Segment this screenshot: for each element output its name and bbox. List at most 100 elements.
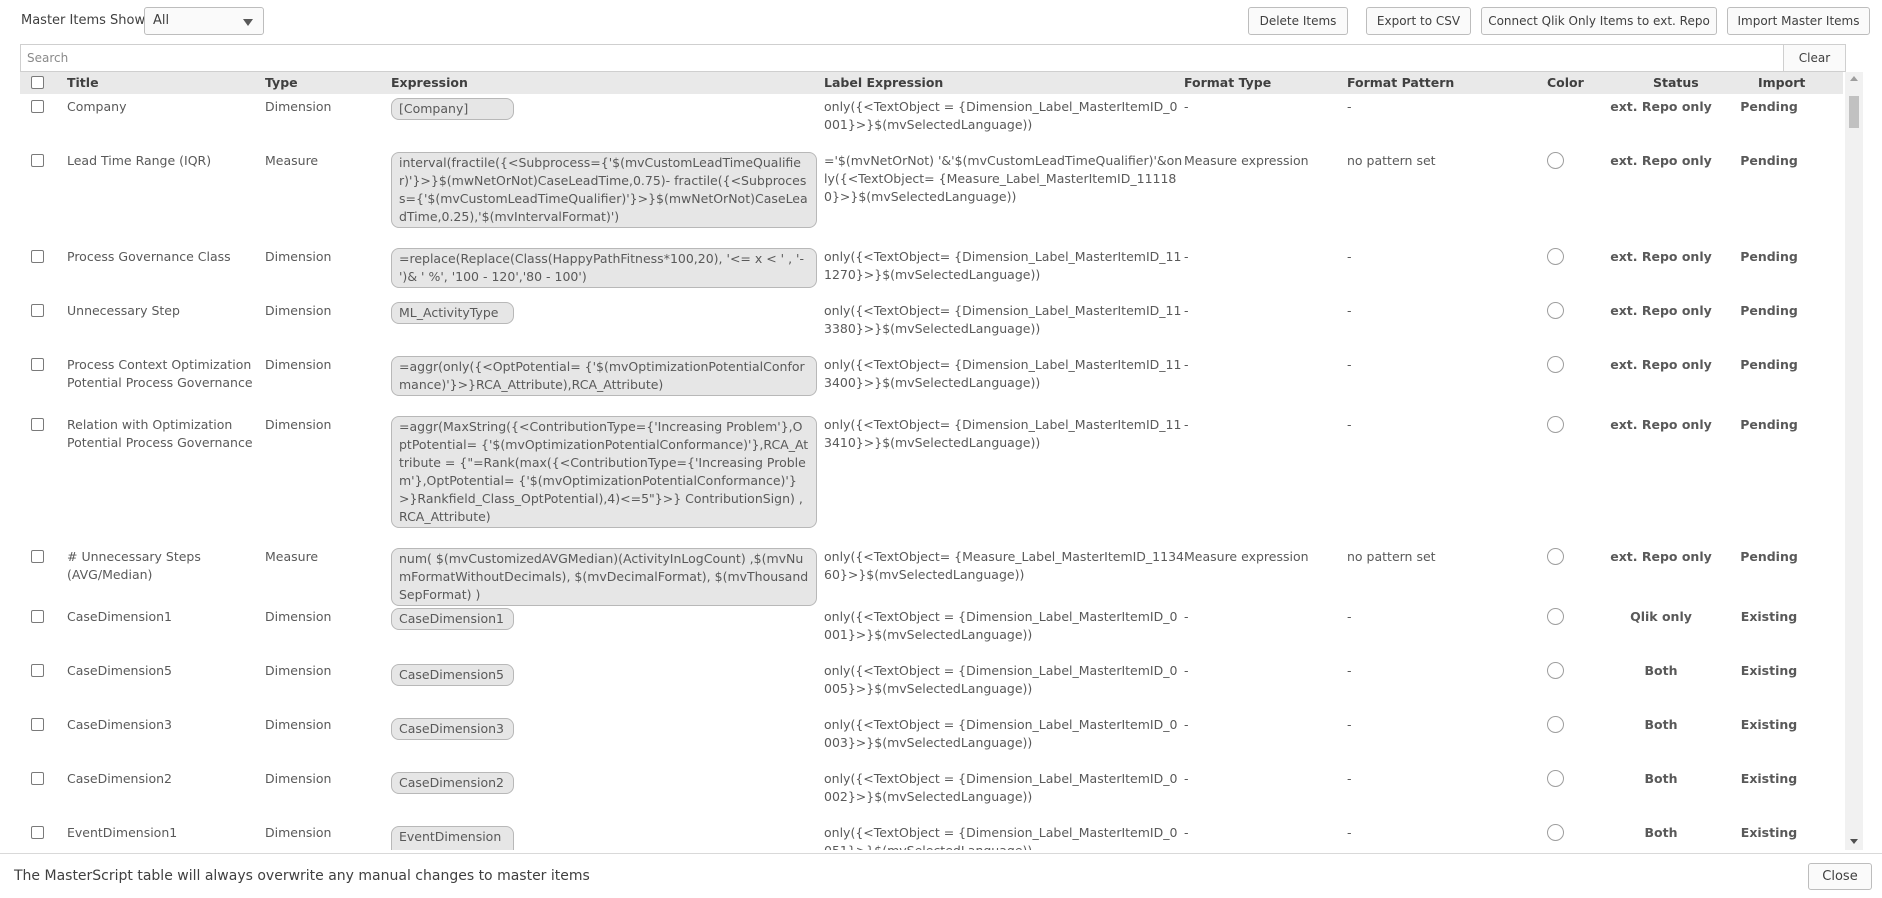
row-expression[interactable]: EventDimension1 bbox=[391, 826, 514, 850]
row-format-type: Measure expression bbox=[1184, 549, 1309, 564]
row-format-pattern: - bbox=[1347, 717, 1352, 732]
row-title: Unnecessary Step bbox=[67, 303, 180, 318]
row-import: Existing bbox=[1740, 771, 1798, 786]
footer-note: The MasterScript table will always overw… bbox=[14, 868, 590, 884]
row-checkbox[interactable] bbox=[31, 250, 44, 263]
color-swatch[interactable] bbox=[1547, 824, 1564, 841]
master-items-table: Title Type Expression Label Expression F… bbox=[20, 72, 1863, 850]
row-status: Both bbox=[1644, 771, 1678, 786]
row-expression[interactable]: CaseDimension1 bbox=[391, 608, 514, 630]
row-format-type: - bbox=[1184, 609, 1189, 624]
row-format-pattern: no pattern set bbox=[1347, 549, 1436, 564]
color-swatch[interactable] bbox=[1547, 770, 1564, 787]
row-checkbox[interactable] bbox=[31, 664, 44, 677]
toolbar: Master Items Show All Delete Items Expor… bbox=[0, 0, 1882, 42]
row-import: Pending bbox=[1740, 99, 1798, 114]
row-label-expression: only({<TextObject= {Dimension_Label_Mast… bbox=[824, 249, 1182, 282]
row-checkbox[interactable] bbox=[31, 304, 44, 317]
color-swatch[interactable] bbox=[1547, 416, 1564, 433]
col-format-pattern[interactable]: Format Pattern bbox=[1347, 75, 1454, 90]
col-color[interactable]: Color bbox=[1547, 75, 1584, 90]
row-status: ext. Repo only bbox=[1610, 153, 1712, 168]
col-type[interactable]: Type bbox=[265, 75, 298, 90]
clear-button[interactable]: Clear bbox=[1783, 45, 1845, 71]
connect-qlik-button[interactable]: Connect Qlik Only Items to ext. Repo bbox=[1481, 7, 1717, 35]
row-expression[interactable]: =aggr(MaxString({<ContributionType={'Inc… bbox=[391, 416, 817, 528]
row-checkbox[interactable] bbox=[31, 100, 44, 113]
color-swatch[interactable] bbox=[1547, 302, 1564, 319]
row-status: ext. Repo only bbox=[1610, 357, 1712, 372]
row-expression[interactable]: num( $(mvCustomizedAVGMedian)(ActivityIn… bbox=[391, 548, 817, 606]
col-format-type[interactable]: Format Type bbox=[1184, 75, 1271, 90]
row-label-expression: only({<TextObject = {Dimension_Label_Mas… bbox=[824, 609, 1178, 642]
row-type: Measure bbox=[265, 549, 319, 564]
row-title: EventDimension1 bbox=[67, 825, 178, 840]
col-expression[interactable]: Expression bbox=[391, 75, 468, 90]
close-button[interactable]: Close bbox=[1808, 863, 1872, 890]
row-expression[interactable]: interval(fractile({<Subprocess={'$(mvCus… bbox=[391, 152, 817, 228]
row-expression[interactable]: =replace(Replace(Class(HappyPathFitness*… bbox=[391, 248, 817, 288]
col-label-expression[interactable]: Label Expression bbox=[824, 75, 943, 90]
row-status: Qlik only bbox=[1630, 609, 1692, 624]
row-label-expression: only({<TextObject= {Dimension_Label_Mast… bbox=[824, 357, 1182, 390]
row-import: Pending bbox=[1740, 153, 1798, 168]
col-status[interactable]: Status bbox=[1653, 75, 1699, 90]
row-import: Existing bbox=[1740, 609, 1798, 624]
row-checkbox[interactable] bbox=[31, 826, 44, 839]
row-format-type: - bbox=[1184, 717, 1189, 732]
row-checkbox[interactable] bbox=[31, 358, 44, 371]
row-import: Pending bbox=[1740, 549, 1798, 564]
row-format-pattern: no pattern set bbox=[1347, 153, 1436, 168]
row-checkbox[interactable] bbox=[31, 772, 44, 785]
col-title[interactable]: Title bbox=[67, 75, 99, 90]
row-status: ext. Repo only bbox=[1610, 549, 1712, 564]
row-import: Existing bbox=[1740, 825, 1798, 840]
row-checkbox[interactable] bbox=[31, 718, 44, 731]
show-filter-select[interactable]: All bbox=[144, 7, 264, 35]
export-csv-button[interactable]: Export to CSV bbox=[1366, 7, 1471, 35]
row-checkbox[interactable] bbox=[31, 550, 44, 563]
color-swatch[interactable] bbox=[1547, 152, 1564, 169]
row-expression[interactable]: CaseDimension5 bbox=[391, 664, 514, 686]
row-label-expression: only({<TextObject = {Dimension_Label_Mas… bbox=[824, 771, 1178, 804]
row-expression[interactable]: CaseDimension3 bbox=[391, 718, 514, 740]
color-swatch[interactable] bbox=[1547, 662, 1564, 679]
col-import[interactable]: Import bbox=[1758, 75, 1805, 90]
row-type: Dimension bbox=[265, 417, 332, 432]
row-label-expression: ='$(mvNetOrNot) '&'$(mvCustomLeadTimeQua… bbox=[824, 153, 1183, 204]
row-type: Dimension bbox=[265, 609, 332, 624]
row-expression[interactable]: [Company] bbox=[391, 98, 514, 120]
color-swatch[interactable] bbox=[1547, 716, 1564, 733]
row-type: Dimension bbox=[265, 717, 332, 732]
row-format-pattern: - bbox=[1347, 357, 1352, 372]
color-swatch[interactable] bbox=[1547, 608, 1564, 625]
row-title: Lead Time Range (IQR) bbox=[67, 153, 212, 168]
color-swatch[interactable] bbox=[1547, 356, 1564, 373]
row-label-expression: only({<TextObject= {Measure_Label_Master… bbox=[824, 549, 1184, 582]
delete-items-button[interactable]: Delete Items bbox=[1248, 7, 1348, 35]
row-expression[interactable]: ML_ActivityType bbox=[391, 302, 514, 324]
select-all-checkbox[interactable] bbox=[31, 76, 44, 89]
row-checkbox[interactable] bbox=[31, 418, 44, 431]
color-swatch[interactable] bbox=[1547, 548, 1564, 565]
row-expression[interactable]: CaseDimension2 bbox=[391, 772, 514, 794]
search-input[interactable] bbox=[21, 45, 1781, 71]
row-title: Process Governance Class bbox=[67, 249, 231, 264]
footer: The MasterScript table will always overw… bbox=[0, 853, 1882, 898]
scrollbar-thumb[interactable] bbox=[1849, 96, 1859, 128]
row-title: CaseDimension1 bbox=[67, 609, 172, 624]
row-checkbox[interactable] bbox=[31, 154, 44, 167]
row-expression[interactable]: =aggr(only({<OptPotential= {'$(mvOptimiz… bbox=[391, 356, 817, 396]
row-type: Dimension bbox=[265, 303, 332, 318]
scroll-down-arrow-icon[interactable] bbox=[1850, 839, 1858, 844]
import-master-items-button[interactable]: Import Master Items bbox=[1727, 7, 1870, 35]
vertical-scrollbar[interactable] bbox=[1845, 72, 1863, 850]
row-import: Pending bbox=[1740, 249, 1798, 264]
row-checkbox[interactable] bbox=[31, 610, 44, 623]
row-type: Dimension bbox=[265, 357, 332, 372]
row-import: Existing bbox=[1740, 717, 1798, 732]
search-bar: Clear bbox=[20, 44, 1846, 72]
page-title: Master Items bbox=[21, 13, 106, 28]
scroll-up-arrow-icon[interactable] bbox=[1850, 76, 1858, 81]
color-swatch[interactable] bbox=[1547, 248, 1564, 265]
